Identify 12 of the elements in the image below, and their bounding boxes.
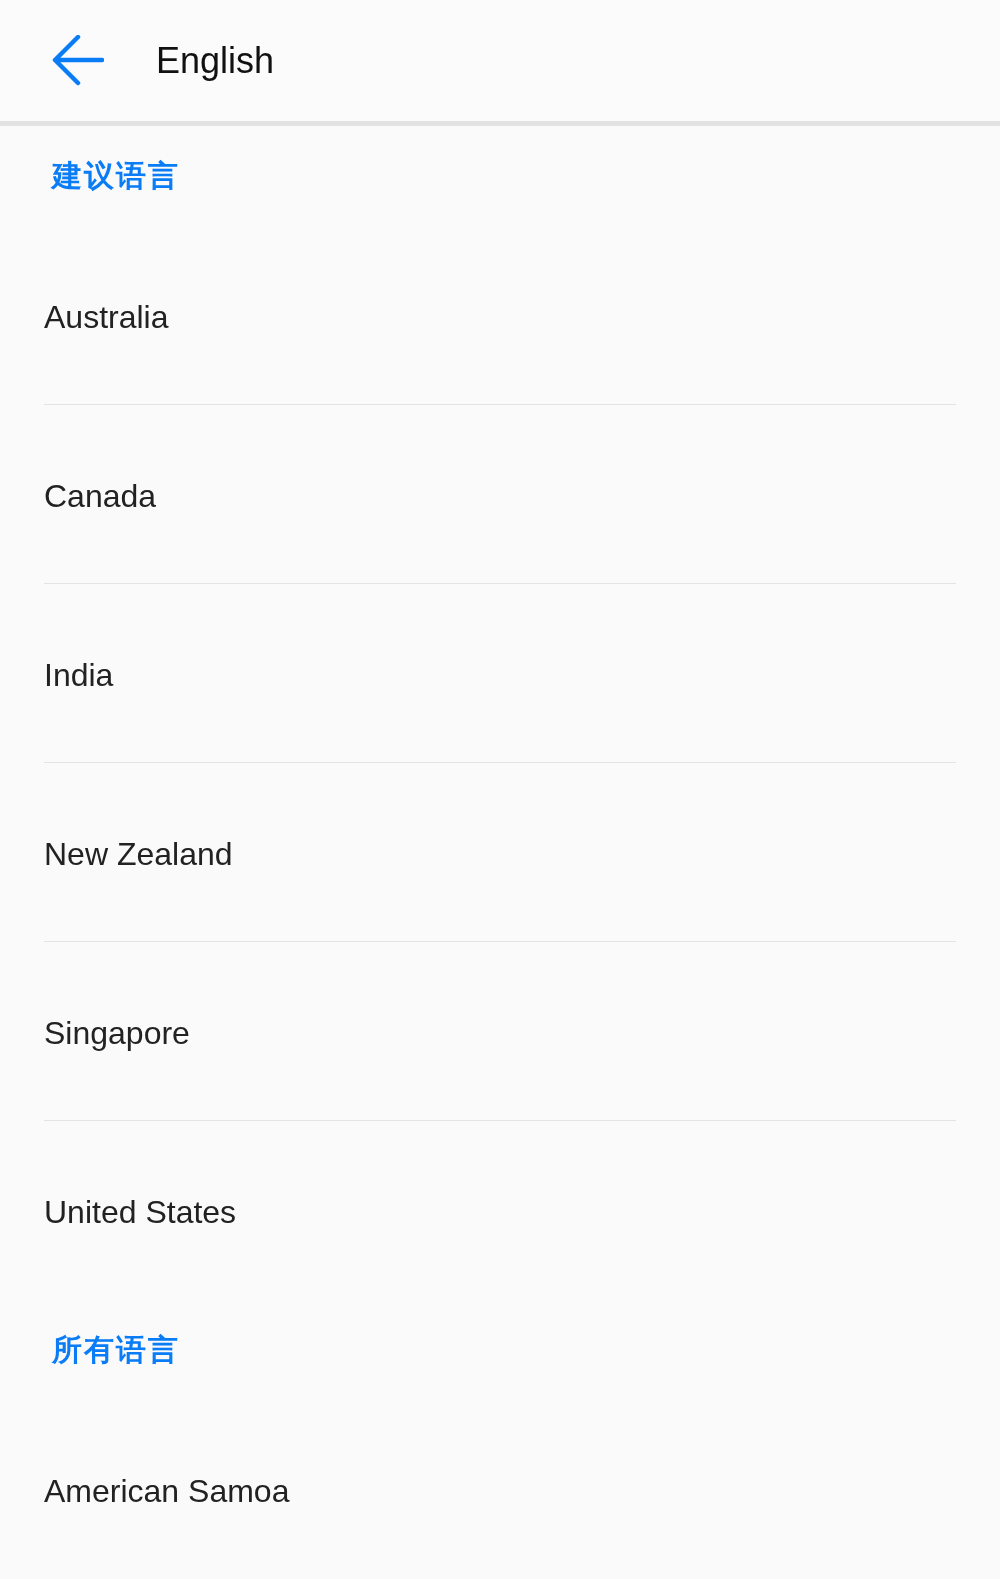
back-button[interactable] — [52, 34, 104, 87]
region-list-item[interactable]: New Zealand — [44, 763, 956, 942]
page-title: English — [156, 39, 275, 82]
back-arrow-icon — [52, 34, 104, 87]
section-heading: 所有语言 — [52, 1330, 180, 1369]
section-heading: 建议语言 — [52, 156, 180, 195]
region-list-item[interactable]: India — [44, 584, 956, 763]
region-list-item[interactable]: United States — [44, 1121, 956, 1300]
region-list-item[interactable]: Singapore — [44, 942, 956, 1121]
region-list-item[interactable]: Canada — [44, 405, 956, 584]
region-list-item[interactable]: Australia — [44, 226, 956, 405]
region-list-item[interactable]: American Samoa — [44, 1400, 956, 1579]
